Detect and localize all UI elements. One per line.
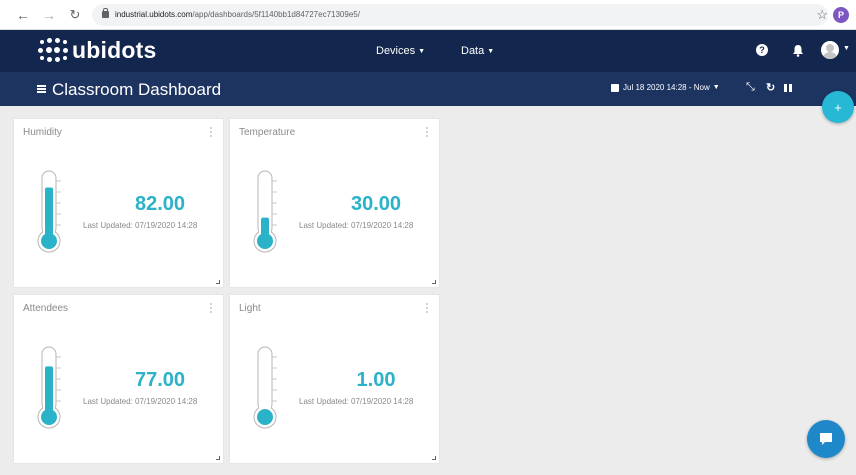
caret-down-icon: ▼	[418, 47, 426, 55]
thermometer-bulb	[257, 233, 273, 249]
caret-down-icon: ▼	[712, 84, 720, 92]
top-navigation-bar: ubidots Devices ▼ Data ▼	[0, 30, 856, 72]
date-range-label: Jul 18 2020 14:28 - Now	[623, 83, 710, 92]
avatar-caret-icon[interactable]: ▼	[843, 45, 850, 52]
menu-devices[interactable]: Devices ▼	[376, 45, 425, 57]
lock-icon	[102, 8, 109, 18]
widget-temperature[interactable]: Temperature 30.00 Last Updated: 07/19/20…	[230, 119, 439, 287]
widget-value: 82.00	[134, 193, 186, 215]
forward-arrow-icon[interactable]: →	[40, 6, 58, 24]
expand-icon[interactable]: ⤡	[746, 81, 755, 94]
widget-title: Attendees	[23, 303, 69, 314]
user-avatar[interactable]	[821, 41, 839, 59]
menu-data[interactable]: Data ▼	[461, 45, 494, 57]
menu-devices-label: Devices	[376, 45, 416, 57]
thermometer-gauge	[37, 170, 61, 253]
menu-data-label: Data	[461, 45, 485, 57]
thermometer-fill	[45, 187, 53, 235]
widget-menu-icon[interactable]	[210, 127, 213, 138]
browser-profile-avatar[interactable]: P	[833, 7, 849, 23]
thermometer-fill	[261, 217, 269, 235]
widget-value: 30.00	[350, 193, 402, 215]
help-icon[interactable]: ?	[756, 44, 768, 56]
dashboard-header: Classroom Dashboard	[0, 72, 856, 106]
browser-toolbar: ← → ↻ industrial.ubidots.com/app/dashboa…	[0, 0, 856, 30]
widget-menu-icon[interactable]	[210, 303, 213, 314]
widget-light[interactable]: Light 1.00 Last Updated: 07/19/2020 14:2…	[230, 295, 439, 463]
widget-title: Light	[239, 303, 261, 314]
widget-last-updated: Last Updated: 07/19/2020 14:28	[299, 397, 414, 406]
widget-title: Humidity	[23, 127, 62, 138]
widget-last-updated: Last Updated: 07/19/2020 14:28	[83, 221, 198, 230]
caret-down-icon: ▼	[487, 47, 495, 55]
date-range-picker[interactable]: Jul 18 2020 14:28 - Now ▼	[623, 83, 720, 92]
chat-icon	[820, 433, 832, 445]
back-arrow-icon[interactable]: ←	[14, 6, 32, 24]
plus-icon: +	[834, 99, 842, 115]
widget-humidity[interactable]: Humidity 82.00 Last Updated: 07/19/2020 …	[14, 119, 223, 287]
address-bar[interactable]: industrial.ubidots.com/app/dashboards/5f…	[92, 3, 828, 26]
logo-text: ubidots	[72, 36, 157, 63]
thermometer-gauge	[253, 170, 277, 253]
thermometer-fill	[45, 366, 53, 411]
widget-last-updated: Last Updated: 07/19/2020 14:28	[299, 221, 414, 230]
dashboard-title[interactable]: Classroom Dashboard	[52, 80, 221, 100]
thermometer-bulb	[257, 409, 273, 425]
resize-handle[interactable]	[432, 456, 436, 460]
resize-handle[interactable]	[432, 280, 436, 284]
widget-value: 1.00	[356, 369, 396, 391]
thermometer-bulb	[41, 233, 57, 249]
thermometer-bulb	[41, 409, 57, 425]
logo-dots-icon	[38, 35, 68, 65]
chat-button[interactable]	[807, 420, 845, 458]
bell-icon[interactable]	[792, 44, 804, 57]
url-host: industrial.ubidots.com	[115, 10, 193, 19]
resize-handle[interactable]	[216, 456, 220, 460]
url-path: /app/dashboards/5f1140bb1d84727ec71309e5…	[192, 10, 360, 19]
refresh-icon[interactable]: ↻	[766, 81, 775, 94]
resize-handle[interactable]	[216, 280, 220, 284]
widget-menu-icon[interactable]	[426, 127, 429, 138]
thermometer-gauge	[253, 346, 277, 429]
widget-value: 77.00	[134, 369, 186, 391]
widget-last-updated: Last Updated: 07/19/2020 14:28	[83, 397, 198, 406]
ubidots-logo[interactable]: ubidots	[38, 35, 156, 65]
hamburger-menu-icon[interactable]	[37, 85, 46, 93]
thermometer-gauge	[37, 346, 61, 429]
reload-icon[interactable]: ↻	[66, 6, 84, 24]
widget-menu-icon[interactable]	[426, 303, 429, 314]
calendar-icon[interactable]	[611, 84, 619, 92]
bookmark-star-icon[interactable]: ☆	[816, 7, 828, 23]
pause-icon[interactable]	[784, 84, 792, 92]
widget-attendees[interactable]: Attendees 77.00 Last Updated: 07/19/2020…	[14, 295, 223, 463]
widget-title: Temperature	[239, 127, 296, 138]
add-widget-button[interactable]: +	[822, 91, 854, 123]
